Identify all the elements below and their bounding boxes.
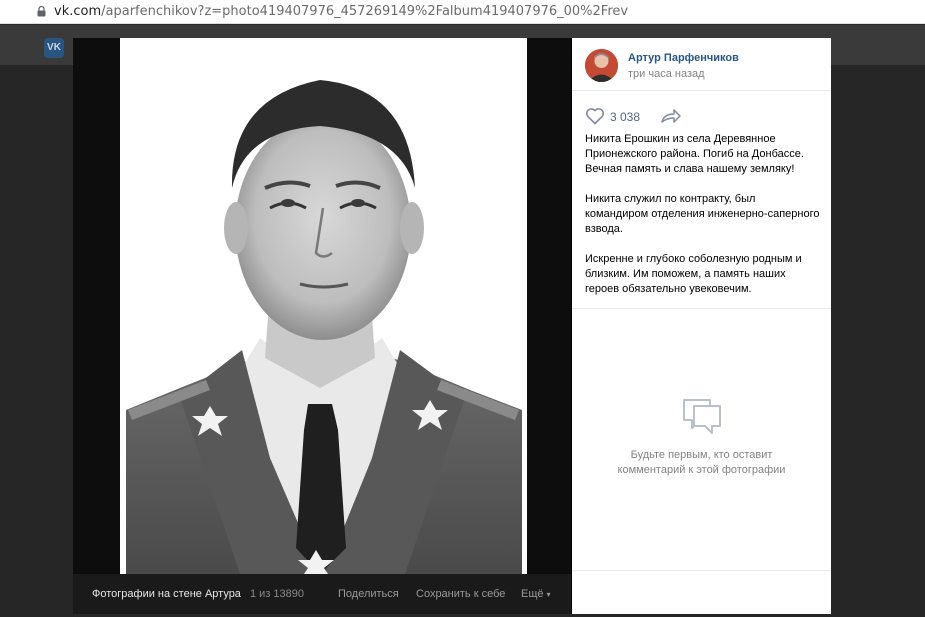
avatar[interactable]: [585, 49, 618, 82]
save-button[interactable]: Сохранить к себе: [416, 588, 505, 600]
more-label: Ещё: [521, 588, 544, 600]
photo[interactable]: [120, 38, 527, 574]
share-button[interactable]: Поделиться: [338, 588, 399, 600]
author-block: Артур Парфенчиков три часа назад: [572, 38, 831, 91]
url-host: vk.com: [54, 4, 102, 19]
photo-footer: Фотографии на стене Артура 1 из 13890 По…: [73, 574, 571, 614]
heart-icon[interactable]: [585, 107, 605, 125]
divider: [572, 308, 831, 309]
more-button[interactable]: Ещё ▾: [521, 588, 551, 600]
comment-input-divider: [572, 570, 831, 571]
post-text: Никита Ерошкин из села Деревянное Прионе…: [585, 133, 820, 295]
url-path: /aparfenchikov?z=photo419407976_45726914…: [101, 4, 629, 19]
chevron-down-icon: ▾: [546, 590, 551, 599]
address-url[interactable]: vk.com/aparfenchikov?z=photo419407976_45…: [54, 4, 628, 19]
vk-logo-icon[interactable]: VK: [44, 38, 64, 58]
photo-area[interactable]: [73, 38, 571, 614]
post-actions: 3 038: [585, 106, 815, 126]
photo-counter: 1 из 13890: [250, 588, 305, 600]
empty-comments-text: Будьте первым, кто оставит комментарий к…: [617, 449, 786, 476]
portrait-image: [120, 38, 527, 574]
share-arrow-icon[interactable]: [660, 108, 682, 124]
post-panel: Артур Парфенчиков три часа назад 3 038 Н…: [572, 38, 831, 614]
post-time[interactable]: три часа назад: [628, 68, 705, 80]
browser-address-bar[interactable]: vk.com/aparfenchikov?z=photo419407976_45…: [0, 0, 925, 24]
lock-icon: [37, 6, 46, 17]
comments-empty-state: Будьте первым, кто оставит комментарий к…: [572, 396, 831, 478]
speech-bubble-icon: [682, 399, 721, 434]
photo-viewer: Фотографии на стене Артура 1 из 13890 По…: [73, 38, 831, 614]
author-name[interactable]: Артур Парфенчиков: [628, 52, 739, 64]
like-count[interactable]: 3 038: [610, 110, 640, 124]
album-link[interactable]: Фотографии на стене Артура: [92, 588, 241, 600]
